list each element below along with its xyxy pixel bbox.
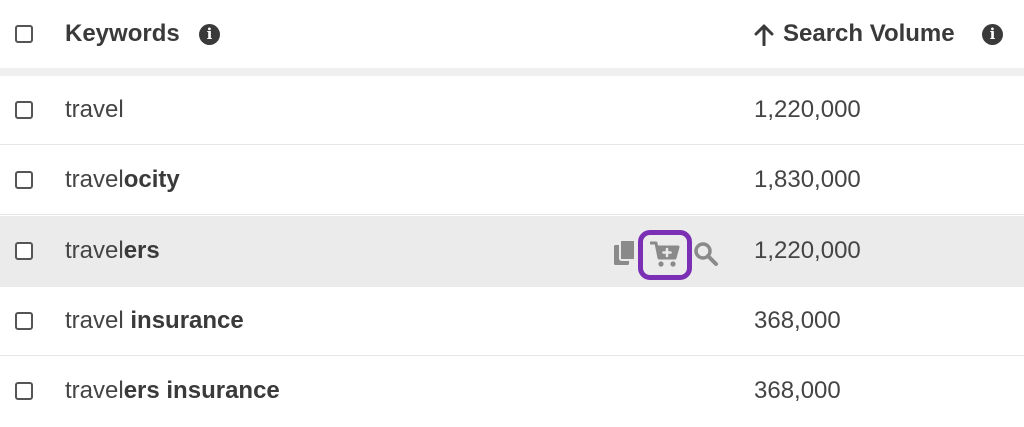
search-volume-cell: 368,000 (754, 377, 841, 404)
row-checkbox[interactable] (15, 101, 33, 119)
keyword-cell: travel (65, 95, 124, 125)
search-volume-cell: 1,830,000 (754, 166, 861, 193)
keyword-text: travel (65, 166, 124, 193)
keyword-cell: travel insurance (65, 306, 244, 336)
table-row-hovered[interactable]: travelers 1,220,000 (0, 216, 1024, 287)
keyword-highlight: ers insurance (123, 377, 280, 404)
search-volume-cell: 1,220,000 (754, 96, 861, 123)
keyword-text: travel (65, 307, 131, 334)
sort-ascending-arrow-icon[interactable] (754, 24, 774, 46)
row-checkbox[interactable] (15, 171, 33, 189)
table-row[interactable]: travelocity 1,830,000 (0, 146, 1024, 215)
keyword-text: travel (65, 237, 124, 264)
add-to-cart-icon[interactable] (650, 240, 680, 268)
search-volume-cell: 1,220,000 (754, 237, 861, 264)
keywords-column-header[interactable]: Keywords (65, 19, 180, 49)
table-header: Keywords i Search Volume i (0, 0, 1024, 68)
keyword-highlight: ers (123, 237, 160, 264)
table-row[interactable]: travel 1,220,000 (0, 76, 1024, 145)
copy-icon[interactable] (612, 239, 638, 267)
row-checkbox[interactable] (15, 382, 33, 400)
row-checkbox[interactable] (15, 242, 33, 260)
table-row[interactable]: travel insurance 368,000 (0, 287, 1024, 356)
search-icon[interactable] (693, 241, 719, 267)
search-volume-info-icon[interactable]: i (982, 24, 1003, 45)
row-actions (610, 230, 720, 280)
keywords-table: Keywords i Search Volume i travel 1,220,… (0, 0, 1024, 427)
row-checkbox[interactable] (15, 312, 33, 330)
keyword-cell: travelers (65, 236, 160, 266)
keyword-highlight: ocity (123, 166, 180, 193)
keyword-cell: travelers insurance (65, 376, 280, 406)
keyword-highlight: insurance (130, 307, 244, 334)
keyword-cell: travelocity (65, 165, 180, 195)
keywords-info-icon[interactable]: i (199, 24, 220, 45)
keyword-text: travel (65, 96, 124, 123)
keyword-text: travel (65, 377, 124, 404)
search-volume-cell: 368,000 (754, 307, 841, 334)
select-all-checkbox[interactable] (15, 25, 33, 43)
search-volume-column-header[interactable]: Search Volume (783, 19, 955, 49)
header-divider (0, 68, 1024, 76)
table-row[interactable]: travelers insurance 368,000 (0, 357, 1024, 426)
